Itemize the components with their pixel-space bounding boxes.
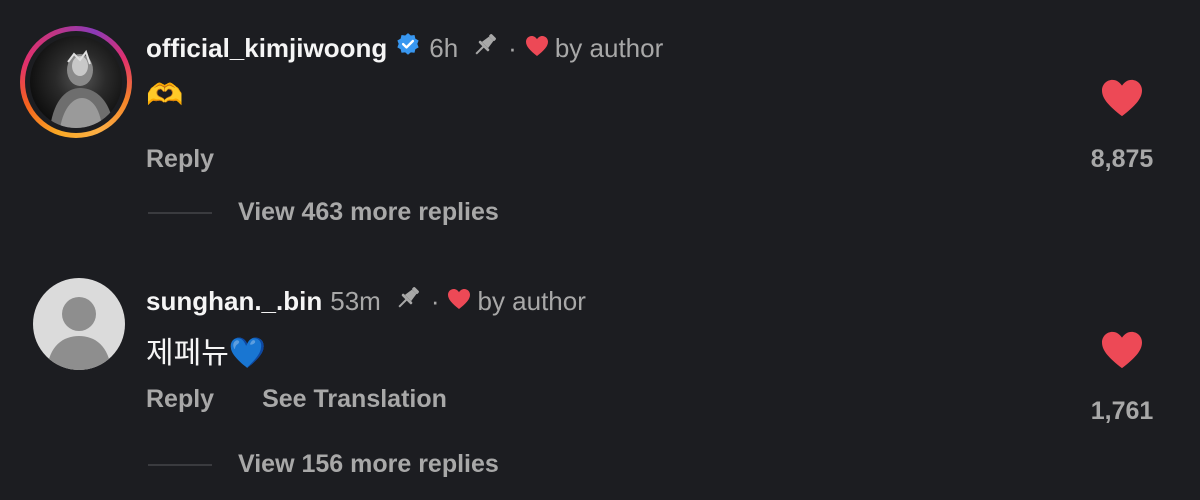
like-heart-icon[interactable] [1062, 78, 1182, 123]
reply-button[interactable]: Reply [146, 385, 214, 414]
heart-hands-emoji: 🫶 [146, 79, 184, 112]
see-translation-button[interactable]: See Translation [262, 385, 447, 414]
pin-icon [393, 283, 423, 320]
like-count: 1,761 [1090, 397, 1154, 425]
comment-header: sunghan._.bin 53m · by author [146, 283, 586, 320]
comment-text: 제페뉴 [146, 337, 229, 370]
like-column: 8,875 [1062, 78, 1182, 174]
default-avatar-icon [47, 297, 111, 370]
verified-badge-icon [395, 32, 421, 65]
view-replies-label: View 463 more replies [238, 198, 499, 226]
reply-button[interactable]: Reply [146, 145, 214, 174]
comment-item: official_kimjiwoong 6h · by author 🫶 Rep… [0, 0, 1200, 250]
comment-item: sunghan._.bin 53m · by author 제페뉴💙 Reply… [0, 250, 1200, 500]
comment-actions: Reply [146, 145, 262, 174]
timestamp: 53m [330, 286, 381, 316]
comment-body: 제페뉴💙 [146, 328, 266, 372]
username[interactable]: sunghan._.bin [146, 286, 322, 317]
view-replies-button[interactable]: View 156 more replies [148, 450, 499, 479]
comment-body: 🫶 [146, 78, 183, 113]
profile-photo-icon [50, 49, 114, 128]
timestamp: 6h [429, 33, 459, 63]
avatar[interactable] [33, 278, 125, 370]
separator-dot: · [430, 286, 440, 316]
liked-by-author-label: by author [477, 286, 586, 316]
pin-icon [470, 30, 500, 67]
view-replies-button[interactable]: View 463 more replies [148, 198, 499, 227]
view-replies-label: View 156 more replies [238, 450, 499, 478]
like-count: 8,875 [1090, 145, 1154, 173]
liked-by-author-label: by author [554, 33, 664, 63]
username[interactable]: official_kimjiwoong [146, 33, 387, 64]
replies-divider [148, 211, 212, 214]
story-ring-avatar[interactable] [20, 26, 132, 138]
blue-heart-emoji: 💙 [228, 337, 267, 370]
separator-dot: · [508, 33, 517, 63]
comment-actions: Reply See Translation [146, 385, 495, 414]
like-column: 1,761 [1062, 330, 1182, 426]
avatar [30, 36, 122, 128]
comment-header: official_kimjiwoong 6h · by author [146, 30, 663, 67]
like-heart-icon[interactable] [1062, 330, 1182, 375]
heart-icon [447, 286, 471, 317]
heart-icon [525, 33, 549, 64]
replies-divider [148, 463, 212, 466]
